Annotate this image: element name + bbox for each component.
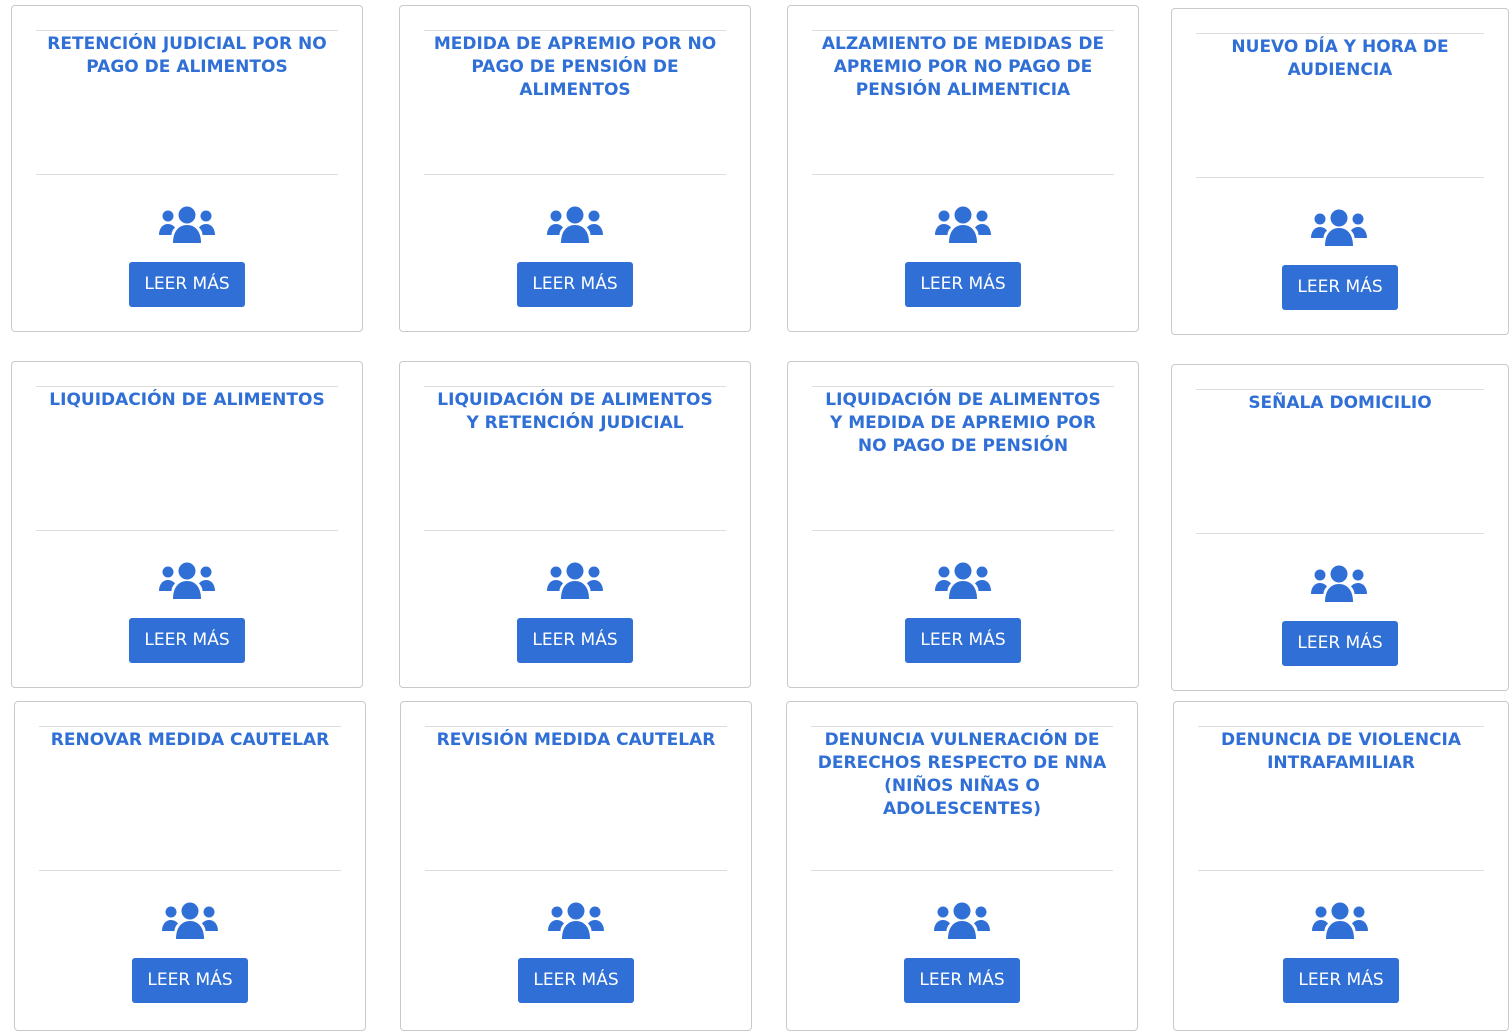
card-divider [36, 530, 338, 531]
users-icon [159, 562, 215, 599]
service-card: LIQUIDACIÓN DE ALIMENTOS LEER MÁS [11, 361, 363, 688]
card-top-divider [1196, 33, 1484, 34]
card-top-divider [811, 726, 1113, 727]
users-icon [935, 562, 991, 599]
service-card: NUEVO DÍA Y HORA DE AUDIENCIA LEER MÁS [1171, 8, 1509, 335]
card-title: LIQUIDACIÓN DE ALIMENTOS [49, 390, 325, 410]
card-title: DENUNCIA VULNERACIÓN DE DERECHOS RESPECT… [817, 730, 1107, 819]
users-icon [162, 902, 218, 939]
card-top-divider [424, 30, 726, 31]
card-top-divider [425, 726, 727, 727]
card-top-divider [812, 30, 1114, 31]
service-card: ALZAMIENTO DE MEDIDAS DE APREMIO POR NO … [787, 5, 1139, 332]
service-card: MEDIDA DE APREMIO POR NO PAGO DE PENSIÓN… [399, 5, 751, 332]
service-card: DENUNCIA DE VIOLENCIA INTRAFAMILIAR LEER… [1173, 701, 1509, 1031]
service-card: REVISIÓN MEDIDA CAUTELAR LEER MÁS [400, 701, 752, 1031]
card-divider [36, 174, 338, 175]
card-top-divider [36, 386, 338, 387]
users-icon [547, 562, 603, 599]
read-more-button[interactable]: LEER MÁS [904, 958, 1020, 1003]
read-more-button[interactable]: LEER MÁS [518, 958, 634, 1003]
read-more-button[interactable]: LEER MÁS [132, 958, 248, 1003]
card-divider [811, 870, 1113, 871]
service-card: LIQUIDACIÓN DE ALIMENTOS Y MEDIDA DE APR… [787, 361, 1139, 688]
users-icon [1311, 565, 1367, 602]
card-top-divider [1196, 389, 1484, 390]
read-more-button[interactable]: LEER MÁS [905, 262, 1021, 307]
service-card: DENUNCIA VULNERACIÓN DE DERECHOS RESPECT… [786, 701, 1138, 1031]
card-title: REVISIÓN MEDIDA CAUTELAR [436, 730, 716, 750]
users-icon [548, 902, 604, 939]
card-divider [1196, 533, 1484, 534]
card-title: NUEVO DÍA Y HORA DE AUDIENCIA [1231, 37, 1449, 80]
card-divider [424, 530, 726, 531]
card-title: MEDIDA DE APREMIO POR NO PAGO DE PENSIÓN… [433, 34, 717, 100]
card-top-divider [39, 726, 341, 727]
read-more-button[interactable]: LEER MÁS [517, 262, 633, 307]
service-card: LIQUIDACIÓN DE ALIMENTOS Y RETENCIÓN JUD… [399, 361, 751, 688]
card-title: LIQUIDACIÓN DE ALIMENTOS Y MEDIDA DE APR… [825, 390, 1101, 456]
read-more-button[interactable]: LEER MÁS [1283, 958, 1399, 1003]
card-divider [39, 870, 341, 871]
card-top-divider [812, 386, 1114, 387]
card-top-divider [1198, 726, 1484, 727]
read-more-button[interactable]: LEER MÁS [129, 262, 245, 307]
read-more-button[interactable]: LEER MÁS [129, 618, 245, 663]
read-more-button[interactable]: LEER MÁS [905, 618, 1021, 663]
users-icon [547, 206, 603, 243]
read-more-button[interactable]: LEER MÁS [1282, 265, 1398, 310]
card-divider [1196, 177, 1484, 178]
users-icon [934, 902, 990, 939]
service-card: RETENCIÓN JUDICIAL POR NO PAGO DE ALIMEN… [11, 5, 363, 332]
card-title: RETENCIÓN JUDICIAL POR NO PAGO DE ALIMEN… [47, 34, 327, 77]
card-title: LIQUIDACIÓN DE ALIMENTOS Y RETENCIÓN JUD… [437, 390, 713, 433]
users-icon [1311, 209, 1367, 246]
service-card: SEÑALA DOMICILIO LEER MÁS [1171, 364, 1509, 691]
card-title: SEÑALA DOMICILIO [1248, 393, 1432, 413]
card-title: RENOVAR MEDIDA CAUTELAR [50, 730, 330, 750]
service-card: RENOVAR MEDIDA CAUTELAR LEER MÁS [14, 701, 366, 1031]
card-top-divider [424, 386, 726, 387]
users-icon [935, 206, 991, 243]
users-icon [159, 206, 215, 243]
card-divider [425, 870, 727, 871]
card-divider [424, 174, 726, 175]
card-divider [812, 174, 1114, 175]
users-icon [1312, 902, 1368, 939]
card-title: ALZAMIENTO DE MEDIDAS DE APREMIO POR NO … [821, 34, 1105, 100]
card-top-divider [36, 30, 338, 31]
card-divider [812, 530, 1114, 531]
read-more-button[interactable]: LEER MÁS [1282, 621, 1398, 666]
read-more-button[interactable]: LEER MÁS [517, 618, 633, 663]
card-divider [1198, 870, 1484, 871]
card-title: DENUNCIA DE VIOLENCIA INTRAFAMILIAR [1220, 730, 1462, 773]
